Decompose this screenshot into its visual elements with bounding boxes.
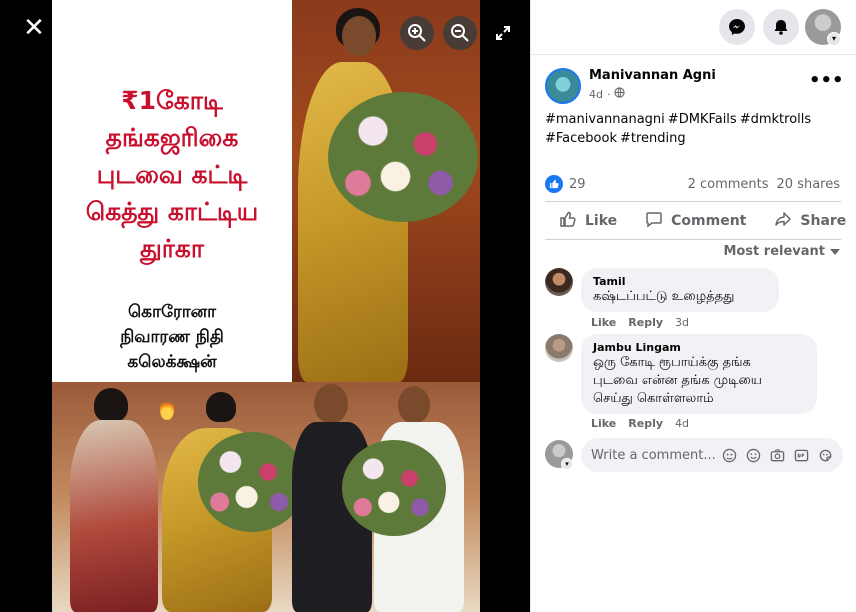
like-count[interactable]: 29: [569, 177, 586, 192]
comment-reply-button[interactable]: Reply: [628, 417, 663, 430]
headline-line: ₹1கோடி: [121, 86, 223, 115]
comment-input[interactable]: Write a comment...: [581, 438, 843, 472]
globe-icon: [614, 87, 626, 101]
post-hashtags: #manivannanagni #DMKFails #dmktrolls #Face…: [545, 110, 845, 148]
sticker-icon[interactable]: [817, 447, 833, 463]
image-headline: ₹1கோடி தங்கஜரிகை புடவை கட்டி கெத்து காட்…: [60, 82, 284, 267]
commenter-avatar[interactable]: [545, 334, 573, 362]
headline-line: தங்கஜரிகை: [105, 123, 239, 152]
like-button[interactable]: Like: [545, 204, 631, 238]
shares-count[interactable]: 20 shares: [777, 177, 840, 192]
bell-icon[interactable]: [763, 9, 799, 45]
figure-head: [314, 384, 348, 424]
share-icon: [774, 210, 792, 232]
commenter-avatar[interactable]: [545, 268, 573, 296]
bouquet: [198, 432, 306, 532]
bouquet: [328, 92, 478, 222]
headline-line: துர்கா: [140, 234, 204, 263]
hashtag-link[interactable]: #manivannanagni: [545, 112, 665, 127]
comment-icon: [645, 210, 663, 232]
comment-item: Jambu Lingam ஒரு கோடி ரூபாய்க்கு தங்க பு…: [545, 334, 841, 432]
hashtag-link[interactable]: #trending: [620, 131, 686, 146]
figure-hair: [206, 392, 236, 422]
sort-label: Most relevant: [723, 244, 825, 259]
reaction-summary[interactable]: 29: [545, 175, 586, 193]
post-meta: 4d ·: [589, 87, 626, 101]
like-label: Like: [585, 213, 618, 229]
fire-emoji-icon: [160, 398, 174, 420]
comment-text: கஷ்டப்பட்டு உழைத்தது: [593, 289, 735, 304]
like-reaction-icon: [545, 175, 563, 193]
figure-head: [342, 16, 376, 56]
share-button[interactable]: Share: [760, 204, 856, 238]
meta-separator: ·: [606, 87, 611, 101]
hashtag-link[interactable]: #DMKFails: [668, 112, 737, 127]
post-image[interactable]: ₹1கோடி தங்கஜரிகை புடவை கட்டி கெத்து காட்…: [52, 0, 480, 612]
more-options-button[interactable]: •••: [809, 72, 844, 96]
zoom-in-icon[interactable]: [400, 16, 434, 50]
commenter-name[interactable]: Tamil: [593, 275, 767, 288]
commenter-name[interactable]: Jambu Lingam: [593, 341, 805, 354]
emoji-icon[interactable]: [745, 447, 761, 463]
figure-hair: [94, 388, 128, 422]
subline-line: நிவாரண நிதி: [120, 327, 224, 347]
comment-button[interactable]: Comment: [631, 204, 760, 238]
thumbs-up-icon: [559, 210, 577, 232]
hashtag-link[interactable]: #dmktrolls: [740, 112, 811, 127]
fullscreen-icon[interactable]: [490, 20, 516, 46]
comment-text-line: ஒரு கோடி ரூபாய்க்கு தங்க: [593, 355, 751, 370]
subline-line: கொரோனா: [127, 302, 217, 322]
messenger-icon[interactable]: [719, 9, 755, 45]
comment-placeholder: Write a comment...: [591, 447, 716, 463]
figure-woman-left: [70, 420, 158, 612]
headline-line: கெத்து காட்டிய: [85, 197, 259, 226]
comment-time[interactable]: 3d: [675, 316, 689, 329]
comment-actions: Like Reply 3d: [591, 316, 689, 329]
comment-like-button[interactable]: Like: [591, 316, 616, 329]
comment-reply-button[interactable]: Reply: [628, 316, 663, 329]
zoom-out-icon[interactable]: [443, 16, 477, 50]
comments-count[interactable]: 2 comments: [688, 177, 769, 192]
engagement-stats: 2 comments 20 shares: [688, 177, 840, 192]
comment-actions: Like Reply 4d: [591, 417, 689, 430]
divider: [531, 54, 856, 55]
headline-line: புடவை கட்டி: [96, 160, 248, 189]
share-label: Share: [800, 213, 847, 229]
post-actions: Like Comment Share: [545, 204, 846, 238]
comment-time[interactable]: 4d: [675, 417, 689, 430]
comment-composer: ▾ Write a comment...: [545, 438, 843, 472]
comment-bubble: Tamil கஷ்டப்பட்டு உழைத்தது: [581, 268, 779, 312]
post-side-panel: ▾ Manivannan Agni 4d · ••• #manivannanag…: [530, 0, 856, 612]
divider: [545, 239, 841, 240]
comment-item: Tamil கஷ்டப்பட்டு உழைத்தது Like Reply 3d: [545, 268, 841, 332]
image-subline: கொரோனா நிவாரண நிதி கலெக்க்ஷன்: [60, 300, 284, 375]
camera-icon[interactable]: [769, 447, 785, 463]
comment-like-button[interactable]: Like: [591, 417, 616, 430]
figure-head: [398, 386, 430, 424]
composer-icons: [721, 447, 833, 463]
avatar-sticker-icon[interactable]: [721, 447, 737, 463]
comment-label: Comment: [671, 213, 747, 229]
comment-bubble: Jambu Lingam ஒரு கோடி ரூபாய்க்கு தங்க பு…: [581, 334, 817, 414]
divider: [545, 201, 841, 202]
comment-sort-dropdown[interactable]: Most relevant: [723, 244, 840, 259]
comment-text-line: புடவை என்ன தங்க முடியை: [593, 373, 762, 388]
photo-viewer: ✕ f ₹1கோடி தங்கஜரிகை புடவை கட்டி கெத்து …: [0, 0, 530, 612]
bouquet: [342, 440, 446, 536]
caret-down-icon: [830, 244, 840, 259]
chevron-down-icon[interactable]: ▾: [827, 32, 841, 46]
subline-line: கலெக்க்ஷன்: [127, 352, 217, 372]
close-icon[interactable]: ✕: [20, 14, 48, 42]
chevron-down-icon[interactable]: ▾: [561, 458, 573, 470]
gif-icon[interactable]: [793, 447, 809, 463]
post-time[interactable]: 4d: [589, 88, 603, 101]
author-avatar[interactable]: [545, 68, 581, 104]
author-name[interactable]: Manivannan Agni: [589, 68, 716, 83]
hashtag-link[interactable]: #Facebook: [545, 131, 617, 146]
comment-text-line: செய்து கொள்ளலாம்: [593, 391, 714, 406]
